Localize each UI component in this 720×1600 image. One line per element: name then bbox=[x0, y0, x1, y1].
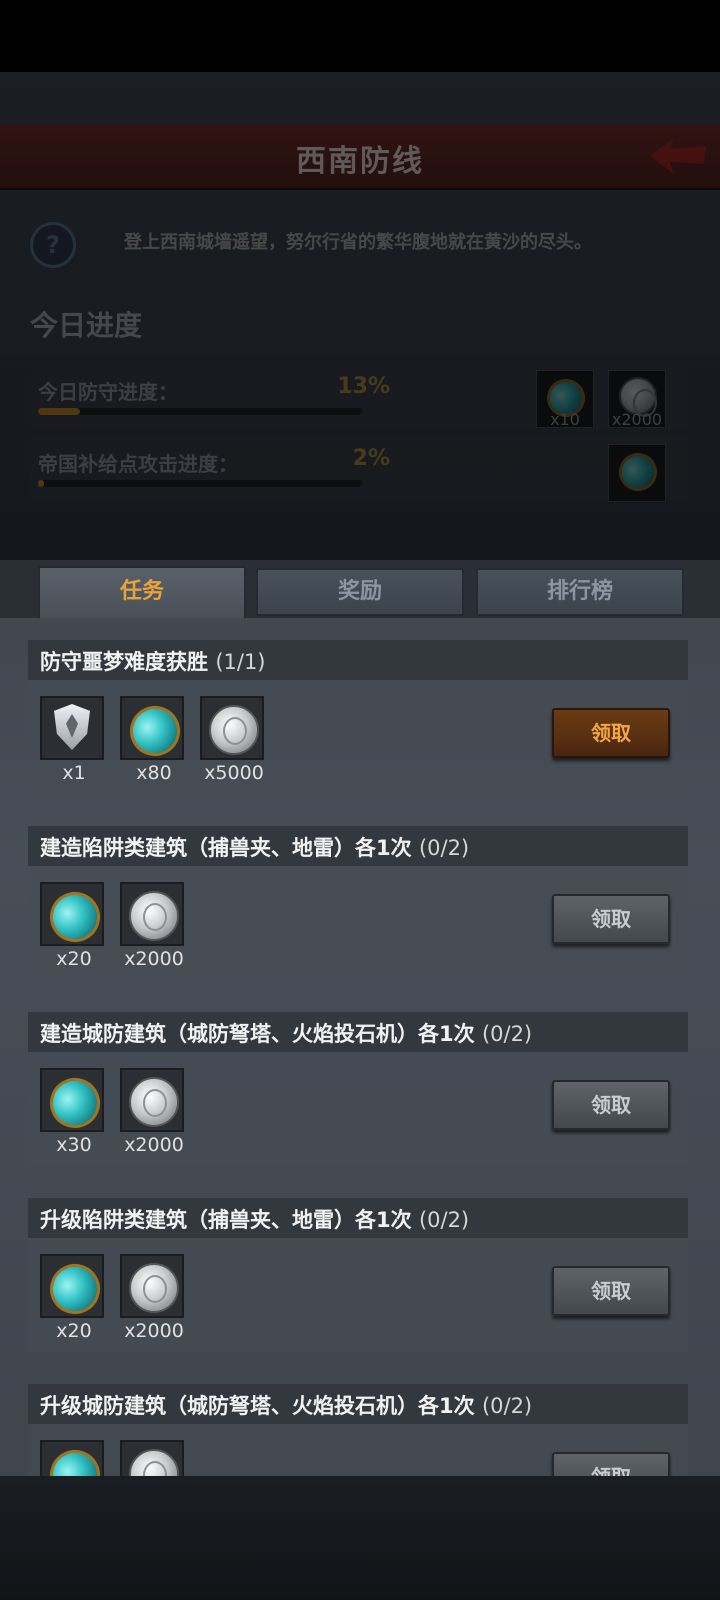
coin-icon bbox=[129, 891, 179, 941]
coin-icon bbox=[129, 1449, 179, 1476]
reward-count: x2000 bbox=[124, 1134, 184, 1156]
task-name: 建造陷阱类建筑（捕兽夹、地雷）各1次 bbox=[40, 836, 412, 860]
reward-count: x2000 bbox=[124, 1320, 184, 1342]
claim-button[interactable]: 领取 bbox=[552, 1452, 670, 1476]
task-title: 防守噩梦难度获胜 (1/1) bbox=[40, 646, 266, 676]
reward-gem[interactable]: x30 bbox=[40, 1068, 109, 1156]
task-header: 防守噩梦难度获胜 (1/1) bbox=[28, 640, 688, 680]
reward-coin[interactable]: x2000 bbox=[120, 1254, 184, 1342]
reward-count: x80 bbox=[136, 762, 172, 784]
claim-button[interactable]: 领取 bbox=[552, 894, 670, 944]
reward-gem[interactable]: x20 bbox=[40, 1254, 109, 1342]
reward-coin[interactable] bbox=[120, 1440, 184, 1476]
tab-rewards[interactable]: 奖励 bbox=[256, 568, 464, 616]
task-progress: (0/2) bbox=[418, 836, 470, 860]
task-header: 建造陷阱类建筑（捕兽夹、地雷）各1次 (0/2) bbox=[28, 826, 688, 866]
gem-icon bbox=[41, 1255, 109, 1323]
task-title: 升级陷阱类建筑（捕兽夹、地雷）各1次 (0/2) bbox=[40, 1204, 469, 1234]
task-progress: (0/2) bbox=[481, 1394, 533, 1418]
task-card: 防守噩梦难度获胜 (1/1) x1 x80 x5000 领取 bbox=[28, 640, 688, 794]
task-name: 建造城防建筑（城防弩塔、火焰投石机）各1次 bbox=[40, 1022, 475, 1046]
coin-icon bbox=[129, 1263, 179, 1313]
reward-count: x5000 bbox=[204, 762, 264, 784]
task-header: 升级城防建筑（城防弩塔、火焰投石机）各1次 (0/2) bbox=[28, 1384, 688, 1424]
reward-coin[interactable]: x2000 bbox=[120, 882, 184, 970]
coin-icon bbox=[129, 1077, 179, 1127]
reward-count: x1 bbox=[62, 762, 86, 784]
reward-gem[interactable] bbox=[40, 1440, 109, 1476]
task-list[interactable]: 防守噩梦难度获胜 (1/1) x1 x80 x5000 领取 建造陷阱类建筑（捕… bbox=[28, 640, 688, 1476]
reward-count: x20 bbox=[56, 948, 92, 970]
task-progress: (0/2) bbox=[418, 1208, 470, 1232]
task-header: 升级陷阱类建筑（捕兽夹、地雷）各1次 (0/2) bbox=[28, 1198, 688, 1238]
task-card: 升级城防建筑（城防弩塔、火焰投石机）各1次 (0/2) 领取 bbox=[28, 1384, 688, 1476]
reward-coin[interactable]: x5000 bbox=[200, 696, 264, 784]
overlay-dim bbox=[0, 72, 720, 612]
task-card: 建造陷阱类建筑（捕兽夹、地雷）各1次 (0/2) x20 x2000 领取 bbox=[28, 826, 688, 980]
gem-icon bbox=[121, 697, 189, 765]
reward-count: x20 bbox=[56, 1320, 92, 1342]
reward-gem[interactable]: x80 bbox=[120, 696, 189, 784]
task-title: 建造城防建筑（城防弩塔、火焰投石机）各1次 (0/2) bbox=[40, 1018, 532, 1048]
task-progress: (1/1) bbox=[215, 650, 266, 674]
task-card: 建造城防建筑（城防弩塔、火焰投石机）各1次 (0/2) x30 x2000 领取 bbox=[28, 1012, 688, 1166]
shield-icon bbox=[54, 704, 90, 750]
task-title: 升级城防建筑（城防弩塔、火焰投石机）各1次 (0/2) bbox=[40, 1390, 532, 1420]
reward-shield[interactable]: x1 bbox=[40, 696, 104, 784]
tab-tasks[interactable]: 任务 bbox=[38, 566, 246, 618]
reward-gem[interactable]: x20 bbox=[40, 882, 109, 970]
reward-count: x30 bbox=[56, 1134, 92, 1156]
tab-ranking[interactable]: 排行榜 bbox=[476, 568, 684, 616]
reward-coin[interactable]: x2000 bbox=[120, 1068, 184, 1156]
claim-button[interactable]: 领取 bbox=[552, 1080, 670, 1130]
gem-icon bbox=[41, 1069, 109, 1137]
bottom-bar bbox=[0, 1476, 720, 1600]
gem-icon bbox=[41, 883, 109, 951]
task-name: 升级城防建筑（城防弩塔、火焰投石机）各1次 bbox=[40, 1394, 475, 1418]
gem-icon bbox=[41, 1441, 109, 1476]
task-name: 升级陷阱类建筑（捕兽夹、地雷）各1次 bbox=[40, 1208, 412, 1232]
task-name: 防守噩梦难度获胜 bbox=[40, 650, 208, 674]
task-title: 建造陷阱类建筑（捕兽夹、地雷）各1次 (0/2) bbox=[40, 832, 469, 862]
claim-button[interactable]: 领取 bbox=[552, 1266, 670, 1316]
task-header: 建造城防建筑（城防弩塔、火焰投石机）各1次 (0/2) bbox=[28, 1012, 688, 1052]
coin-icon bbox=[209, 705, 259, 755]
task-card: 升级陷阱类建筑（捕兽夹、地雷）各1次 (0/2) x20 x2000 领取 bbox=[28, 1198, 688, 1352]
task-progress: (0/2) bbox=[481, 1022, 533, 1046]
claim-button[interactable]: 领取 bbox=[552, 708, 670, 758]
status-bar bbox=[0, 0, 720, 72]
reward-count: x2000 bbox=[124, 948, 184, 970]
